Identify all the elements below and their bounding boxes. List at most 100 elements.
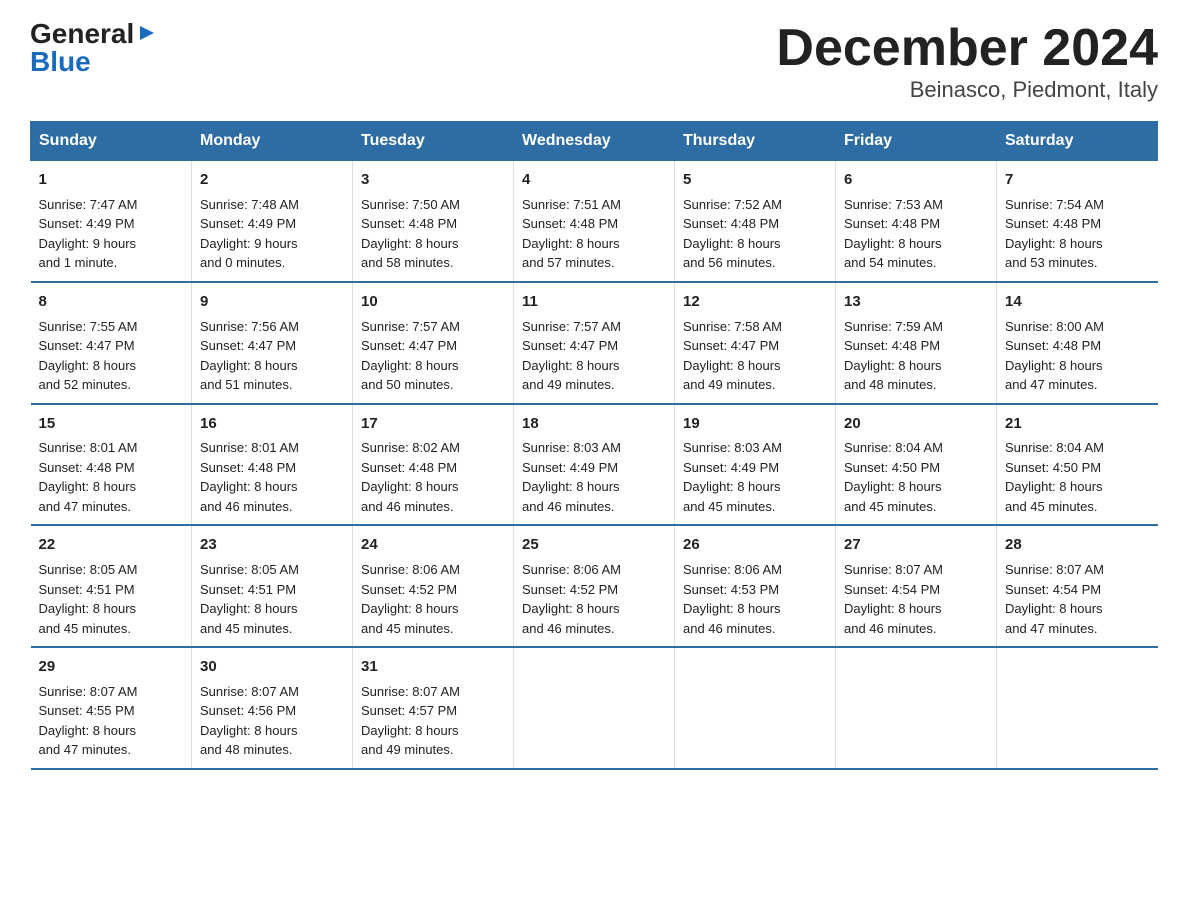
calendar-cell: 7Sunrise: 7:54 AM Sunset: 4:48 PM Daylig…: [997, 161, 1158, 282]
calendar-cell: 4 Sunrise: 7:51 AM Sunset: 4:48 PM Daylig…: [514, 161, 675, 282]
col-saturday: Saturday: [997, 122, 1158, 161]
day-info: Sunrise: 7:57 AM Sunset: 4:47 PM Dayligh…: [522, 317, 666, 395]
calendar-cell: 26 Sunrise: 8:06 AM Sunset: 4:53 PM Dayli…: [675, 525, 836, 647]
calendar-week-row: 29 Sunrise: 8:07 AM Sunset: 4:55 PM Dayli…: [31, 647, 1158, 769]
calendar-cell: 27Sunrise: 8:07 AM Sunset: 4:54 PM Dayli…: [836, 525, 997, 647]
day-info: Sunrise: 8:01 AM Sunset: 4:48 PM Dayligh…: [39, 438, 184, 516]
col-wednesday: Wednesday: [514, 122, 675, 161]
day-number: 26: [683, 534, 827, 556]
day-number: 9: [200, 291, 344, 313]
day-info: Sunrise: 8:05 AM Sunset: 4:51 PM Dayligh…: [39, 560, 184, 638]
calendar-cell: [997, 647, 1158, 769]
day-info: Sunrise: 8:07 AM Sunset: 4:54 PM Dayligh…: [1005, 560, 1150, 638]
col-monday: Monday: [192, 122, 353, 161]
day-info: Sunrise: 8:00 AM Sunset: 4:48 PM Dayligh…: [1005, 317, 1150, 395]
day-info: Sunrise: 8:03 AM Sunset: 4:49 PM Dayligh…: [522, 438, 666, 516]
calendar-cell: 16Sunrise: 8:01 AM Sunset: 4:48 PM Dayli…: [192, 404, 353, 526]
day-number: 14: [1005, 291, 1150, 313]
col-sunday: Sunday: [31, 122, 192, 161]
day-info: Sunrise: 8:06 AM Sunset: 4:52 PM Dayligh…: [522, 560, 666, 638]
calendar-week-row: 22 Sunrise: 8:05 AM Sunset: 4:51 PM Dayli…: [31, 525, 1158, 647]
calendar-cell: 8Sunrise: 7:55 AM Sunset: 4:47 PM Daylig…: [31, 282, 192, 404]
calendar-cell: 5 Sunrise: 7:52 AM Sunset: 4:48 PM Daylig…: [675, 161, 836, 282]
day-number: 1: [39, 169, 184, 191]
day-info: Sunrise: 7:58 AM Sunset: 4:47 PM Dayligh…: [683, 317, 827, 395]
day-info: Sunrise: 7:48 AM Sunset: 4:49 PM Dayligh…: [200, 195, 344, 273]
day-info: Sunrise: 7:59 AM Sunset: 4:48 PM Dayligh…: [844, 317, 988, 395]
day-info: Sunrise: 7:52 AM Sunset: 4:48 PM Dayligh…: [683, 195, 827, 273]
day-number: 25: [522, 534, 666, 556]
calendar-body: 1 Sunrise: 7:47 AM Sunset: 4:49 PM Daylig…: [31, 161, 1158, 769]
calendar-week-row: 1 Sunrise: 7:47 AM Sunset: 4:49 PM Daylig…: [31, 161, 1158, 282]
calendar-cell: 6Sunrise: 7:53 AM Sunset: 4:48 PM Daylig…: [836, 161, 997, 282]
day-info: Sunrise: 7:47 AM Sunset: 4:49 PM Dayligh…: [39, 195, 184, 273]
calendar-header: Sunday Monday Tuesday Wednesday Thursday…: [31, 122, 1158, 161]
day-info: Sunrise: 8:07 AM Sunset: 4:57 PM Dayligh…: [361, 682, 505, 760]
calendar-cell: 1 Sunrise: 7:47 AM Sunset: 4:49 PM Daylig…: [31, 161, 192, 282]
day-number: 19: [683, 413, 827, 435]
day-info: Sunrise: 8:07 AM Sunset: 4:55 PM Dayligh…: [39, 682, 184, 760]
calendar-cell: 12Sunrise: 7:58 AM Sunset: 4:47 PM Dayli…: [675, 282, 836, 404]
calendar-cell: 19Sunrise: 8:03 AM Sunset: 4:49 PM Dayli…: [675, 404, 836, 526]
page-subtitle: Beinasco, Piedmont, Italy: [776, 77, 1158, 103]
calendar-cell: 2 Sunrise: 7:48 AM Sunset: 4:49 PM Daylig…: [192, 161, 353, 282]
day-number: 28: [1005, 534, 1150, 556]
day-info: Sunrise: 7:55 AM Sunset: 4:47 PM Dayligh…: [39, 317, 184, 395]
day-number: 20: [844, 413, 988, 435]
day-info: Sunrise: 8:06 AM Sunset: 4:53 PM Dayligh…: [683, 560, 827, 638]
day-number: 27: [844, 534, 988, 556]
day-info: Sunrise: 7:51 AM Sunset: 4:48 PM Dayligh…: [522, 195, 666, 273]
day-number: 24: [361, 534, 505, 556]
col-tuesday: Tuesday: [353, 122, 514, 161]
day-info: Sunrise: 8:06 AM Sunset: 4:52 PM Dayligh…: [361, 560, 505, 638]
calendar-week-row: 8Sunrise: 7:55 AM Sunset: 4:47 PM Daylig…: [31, 282, 1158, 404]
col-thursday: Thursday: [675, 122, 836, 161]
day-info: Sunrise: 7:57 AM Sunset: 4:47 PM Dayligh…: [361, 317, 505, 395]
calendar-cell: 31Sunrise: 8:07 AM Sunset: 4:57 PM Dayli…: [353, 647, 514, 769]
logo-blue-text: Blue: [30, 48, 91, 76]
day-number: 17: [361, 413, 505, 435]
calendar-cell: 28 Sunrise: 8:07 AM Sunset: 4:54 PM Dayli…: [997, 525, 1158, 647]
day-number: 21: [1005, 413, 1150, 435]
day-number: 15: [39, 413, 184, 435]
day-info: Sunrise: 8:04 AM Sunset: 4:50 PM Dayligh…: [844, 438, 988, 516]
page-header: General Blue December 2024 Beinasco, Pie…: [30, 20, 1158, 103]
day-number: 3: [361, 169, 505, 191]
day-number: 10: [361, 291, 505, 313]
day-number: 11: [522, 291, 666, 313]
day-number: 30: [200, 656, 344, 678]
calendar-cell: 17 Sunrise: 8:02 AM Sunset: 4:48 PM Dayli…: [353, 404, 514, 526]
day-number: 5: [683, 169, 827, 191]
calendar-cell: 24 Sunrise: 8:06 AM Sunset: 4:52 PM Dayli…: [353, 525, 514, 647]
day-info: Sunrise: 8:02 AM Sunset: 4:48 PM Dayligh…: [361, 438, 505, 516]
day-number: 6: [844, 169, 988, 191]
calendar-cell: 20 Sunrise: 8:04 AM Sunset: 4:50 PM Dayli…: [836, 404, 997, 526]
calendar-cell: 3 Sunrise: 7:50 AM Sunset: 4:48 PM Daylig…: [353, 161, 514, 282]
calendar-cell: 18 Sunrise: 8:03 AM Sunset: 4:49 PM Dayli…: [514, 404, 675, 526]
logo: General Blue: [30, 20, 158, 76]
calendar-week-row: 15 Sunrise: 8:01 AM Sunset: 4:48 PM Dayli…: [31, 404, 1158, 526]
calendar-cell: 29 Sunrise: 8:07 AM Sunset: 4:55 PM Dayli…: [31, 647, 192, 769]
page-title: December 2024: [776, 20, 1158, 77]
day-info: Sunrise: 8:04 AM Sunset: 4:50 PM Dayligh…: [1005, 438, 1150, 516]
day-number: 22: [39, 534, 184, 556]
calendar-cell: 10 Sunrise: 7:57 AM Sunset: 4:47 PM Dayli…: [353, 282, 514, 404]
calendar-cell: 9 Sunrise: 7:56 AM Sunset: 4:47 PM Daylig…: [192, 282, 353, 404]
calendar-cell: 30Sunrise: 8:07 AM Sunset: 4:56 PM Dayli…: [192, 647, 353, 769]
day-number: 4: [522, 169, 666, 191]
day-info: Sunrise: 8:05 AM Sunset: 4:51 PM Dayligh…: [200, 560, 344, 638]
calendar-cell: [675, 647, 836, 769]
day-info: Sunrise: 7:50 AM Sunset: 4:48 PM Dayligh…: [361, 195, 505, 273]
calendar-cell: 14 Sunrise: 8:00 AM Sunset: 4:48 PM Dayli…: [997, 282, 1158, 404]
calendar-cell: 11 Sunrise: 7:57 AM Sunset: 4:47 PM Dayli…: [514, 282, 675, 404]
day-number: 16: [200, 413, 344, 435]
day-number: 18: [522, 413, 666, 435]
col-friday: Friday: [836, 122, 997, 161]
day-number: 29: [39, 656, 184, 678]
day-number: 2: [200, 169, 344, 191]
calendar-cell: 22 Sunrise: 8:05 AM Sunset: 4:51 PM Dayli…: [31, 525, 192, 647]
day-info: Sunrise: 7:56 AM Sunset: 4:47 PM Dayligh…: [200, 317, 344, 395]
calendar-cell: 21 Sunrise: 8:04 AM Sunset: 4:50 PM Dayli…: [997, 404, 1158, 526]
calendar-cell: [514, 647, 675, 769]
day-number: 7: [1005, 169, 1150, 191]
